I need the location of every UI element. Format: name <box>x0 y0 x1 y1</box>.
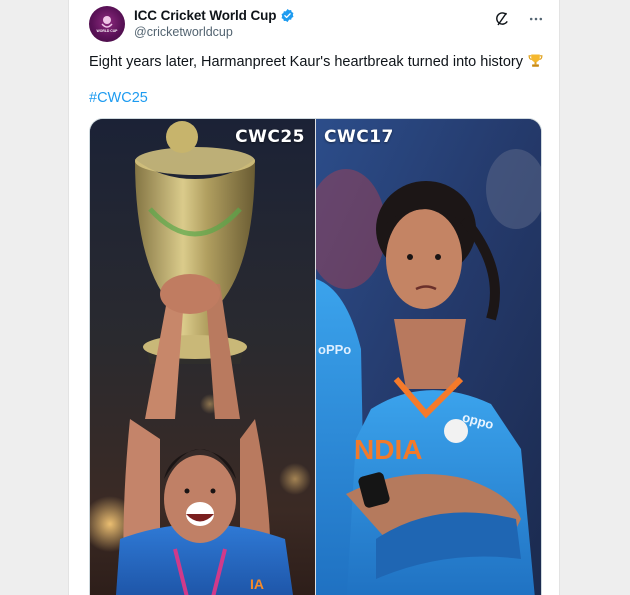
photo-cwc25-illustration: IA <box>90 119 315 595</box>
author-names: ICC Cricket World Cup @cricketworldcup <box>134 8 295 39</box>
svg-text:WORLD CUP: WORLD CUP <box>97 29 119 33</box>
tweet-media-image[interactable]: IA CWC25 oPPo NDIA oppo CWC17 <box>89 118 542 595</box>
grok-icon[interactable] <box>493 10 511 28</box>
photo-cwc17: oPPo NDIA oppo CWC17 <box>316 119 541 595</box>
tweet-body: Eight years later, Harmanpreet Kaur's he… <box>89 54 523 70</box>
photo-cwc17-illustration: oPPo NDIA oppo <box>316 119 541 595</box>
hashtag-link[interactable]: #CWC25 <box>89 90 148 106</box>
header-actions <box>493 10 545 28</box>
svg-text:oPPo: oPPo <box>318 342 351 357</box>
svg-text:IA: IA <box>250 576 264 592</box>
tweet-header: WORLD CUP ICC Cricket World Cup @cricket… <box>89 6 545 46</box>
display-name-row: ICC Cricket World Cup <box>134 8 295 23</box>
tweet-text: Eight years later, Harmanpreet Kaur's he… <box>89 52 545 75</box>
verified-badge-icon <box>281 8 294 23</box>
more-icon[interactable] <box>527 10 545 28</box>
left-gutter <box>0 0 68 595</box>
trophy-icon <box>527 52 544 75</box>
author-handle[interactable]: @cricketworldcup <box>134 25 295 39</box>
cwc17-label: CWC17 <box>324 127 394 147</box>
icc-logo-icon: WORLD CUP <box>97 16 119 33</box>
tweet-card[interactable]: WORLD CUP ICC Cricket World Cup @cricket… <box>68 0 560 595</box>
right-gutter <box>558 0 630 595</box>
photo-cwc25: IA CWC25 <box>90 119 315 595</box>
avatar[interactable]: WORLD CUP <box>89 6 125 42</box>
svg-text:NDIA: NDIA <box>354 434 422 465</box>
cwc25-label: CWC25 <box>235 127 305 147</box>
display-name[interactable]: ICC Cricket World Cup <box>134 8 277 23</box>
